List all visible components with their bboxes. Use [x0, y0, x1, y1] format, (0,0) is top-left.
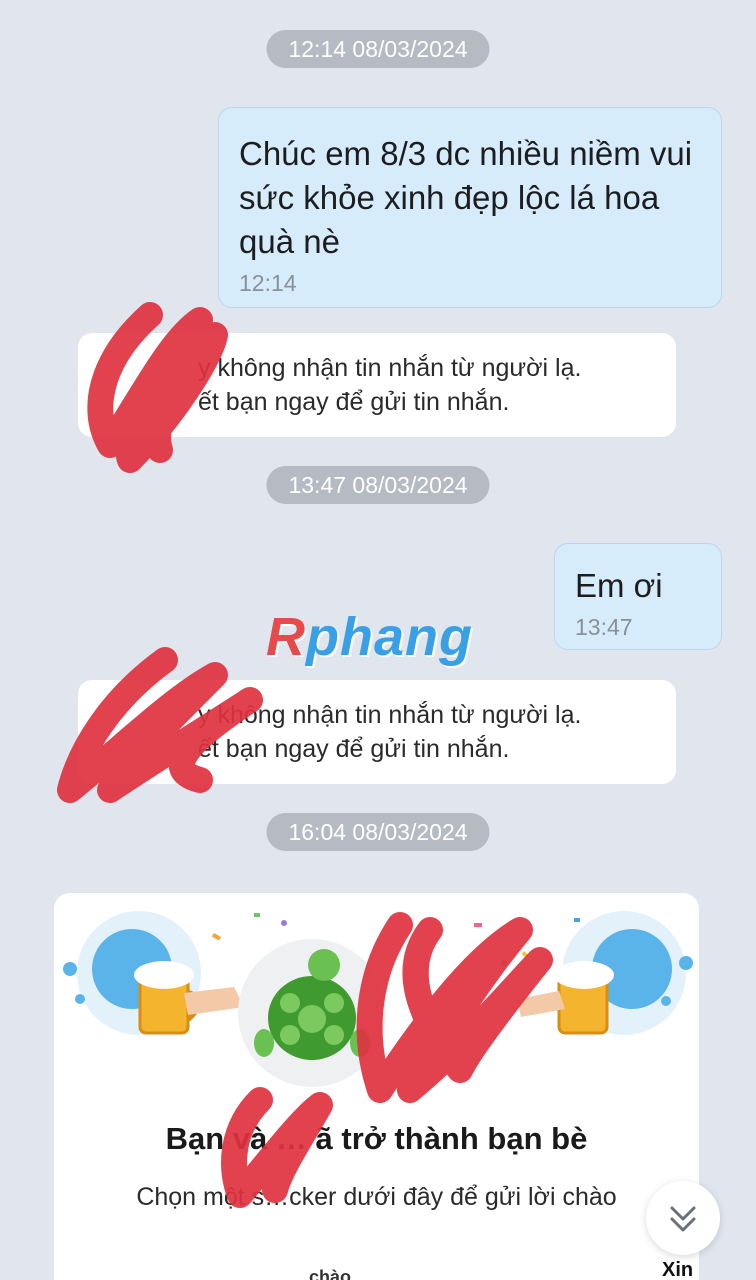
notice-line: ết bạn ngay để gửi tin nhắn. [198, 735, 510, 763]
friend-card-title: Bạn và … ã trở thành bạn bè [165, 1121, 588, 1156]
new-friend-card: Bạn và … ã trở thành bạn bè Chọn một s…c… [54, 893, 699, 1280]
sent-message-bubble[interactable]: Chúc em 8/3 dc nhiều niềm vui sức khỏe x… [218, 107, 722, 308]
stranger-notice: y không nhận tin nhắn từ người lạ. ết bạ… [78, 680, 676, 784]
stranger-notice: y không nhận tin nhắn từ người lạ. ết bạ… [78, 333, 676, 437]
watermark-first-letter: R [266, 607, 306, 667]
turtle-avatar [238, 939, 386, 1087]
notice-line: y không nhận tin nhắn từ người lạ. [198, 354, 582, 382]
sent-message-bubble[interactable]: Em ơi 13:47 [554, 543, 722, 650]
scroll-to-bottom-button[interactable] [646, 1181, 720, 1255]
message-text: Chúc em 8/3 dc nhiều niềm vui sức khỏe x… [239, 135, 693, 260]
timestamp-pill: 16:04 08/03/2024 [266, 813, 490, 851]
timestamp-pill: 12:14 08/03/2024 [266, 30, 490, 68]
sticker-preview-text[interactable]: chào [309, 1267, 351, 1280]
message-time: 12:14 [239, 270, 297, 296]
double-chevron-down-icon [670, 1206, 696, 1232]
friend-card-subtitle: Chọn một s…cker dưới đây để gửi lời chào [136, 1183, 617, 1211]
message-time: 13:47 [575, 614, 633, 640]
notice-line: ết bạn ngay để gửi tin nhắn. [198, 388, 510, 416]
friend-illustration [63, 911, 693, 1087]
chat-screen: 12:14 08/03/2024 Chúc em 8/3 dc nhiều ni… [0, 0, 756, 1280]
beer-cheers-right [517, 911, 693, 1035]
watermark-rest: phang [306, 607, 473, 667]
timestamp-pill: 13:47 08/03/2024 [266, 466, 490, 504]
message-text: Em ơi [575, 567, 663, 604]
notice-line: y không nhận tin nhắn từ người lạ. [198, 701, 582, 729]
sticker-preview-text[interactable]: Xin [662, 1259, 693, 1280]
watermark-logo: Rphang [266, 606, 473, 668]
beer-cheers-left [63, 911, 244, 1035]
